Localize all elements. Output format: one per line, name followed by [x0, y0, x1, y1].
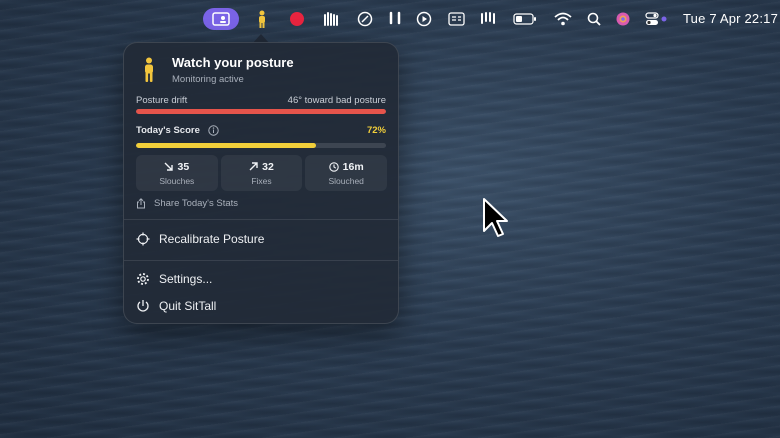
posture-person-icon	[145, 57, 153, 82]
quit-item[interactable]: Quit SitTall	[136, 299, 216, 313]
posture-drift-label: Posture drift	[136, 95, 188, 106]
airpods-icon[interactable]	[385, 9, 405, 29]
popover-header: Watch your posture Monitoring active	[138, 55, 294, 85]
stat-slouched: 16m Slouched	[305, 155, 388, 191]
stat-slouches-value: 35	[177, 160, 190, 173]
control-center-icon[interactable]	[644, 9, 670, 29]
display-icon[interactable]	[446, 9, 466, 29]
today-score-bar	[136, 143, 386, 148]
search-icon[interactable]	[586, 9, 602, 29]
info-icon[interactable]	[208, 125, 219, 136]
sittall-active-icon[interactable]	[203, 8, 239, 30]
stat-slouched-value: 16m	[342, 160, 364, 173]
posture-drift-bar	[136, 109, 386, 114]
today-score-value: 72%	[366, 125, 386, 136]
share-icon	[137, 198, 145, 209]
stat-fixes-value: 32	[262, 160, 274, 173]
stat-slouches-label: Slouches	[159, 175, 195, 186]
crosshair-icon	[136, 232, 150, 246]
mouse-cursor	[483, 198, 508, 237]
arrow-down-right-icon	[164, 162, 174, 171]
clock-icon	[328, 161, 339, 172]
divider	[124, 219, 398, 220]
power-icon	[137, 300, 149, 312]
settings-item[interactable]: Settings...	[136, 272, 212, 286]
popover-title: Watch your posture	[172, 55, 294, 70]
posture-drift-row: Posture drift 46° toward bad posture	[136, 95, 386, 106]
hands-icon[interactable]	[322, 9, 342, 29]
quit-label: Quit SitTall	[159, 299, 217, 313]
stat-fixes-label: Fixes	[251, 175, 272, 186]
settings-label: Settings...	[159, 272, 213, 286]
today-score-label: Today's Score	[136, 125, 200, 136]
stats-row: 35 Slouches 32 Fixes 16m Slouched	[136, 155, 388, 191]
monitoring-status: Monitoring active	[172, 74, 244, 85]
posture-drift-bar-fill	[136, 109, 386, 114]
recalibrate-posture-label: Recalibrate Posture	[159, 232, 265, 246]
gear-icon	[137, 273, 149, 285]
share-stats-button[interactable]: Share Today's Stats	[136, 198, 238, 209]
play-icon[interactable]	[414, 9, 434, 29]
sittall-popover: Watch your posture Monitoring active Pos…	[123, 42, 399, 324]
posture-drift-value: 46° toward bad posture	[287, 95, 386, 106]
stat-slouches: 35 Slouches	[136, 155, 218, 191]
airpods-icon-2[interactable]	[478, 9, 498, 29]
today-score-bar-fill	[136, 143, 316, 148]
recalibrate-posture-item[interactable]: Recalibrate Posture	[136, 232, 264, 246]
menubar-clock[interactable]: Tue 7 Apr 22:17	[683, 11, 778, 26]
posture-person-icon[interactable]	[255, 9, 269, 29]
record-icon[interactable]	[288, 9, 306, 29]
stat-fixes: 32 Fixes	[220, 155, 303, 191]
battery-icon[interactable]	[512, 9, 538, 29]
share-stats-label: Share Today's Stats	[154, 198, 239, 209]
divider	[124, 260, 398, 261]
menu-bar: Tue 7 Apr 22:17	[0, 0, 780, 38]
wifi-icon[interactable]	[553, 9, 573, 29]
stat-slouched-label: Slouched	[328, 175, 364, 186]
today-score-row: Today's Score 72%	[136, 125, 386, 136]
siri-icon[interactable]	[615, 9, 631, 29]
compass-icon[interactable]	[355, 9, 375, 29]
arrow-up-right-icon	[249, 162, 258, 171]
